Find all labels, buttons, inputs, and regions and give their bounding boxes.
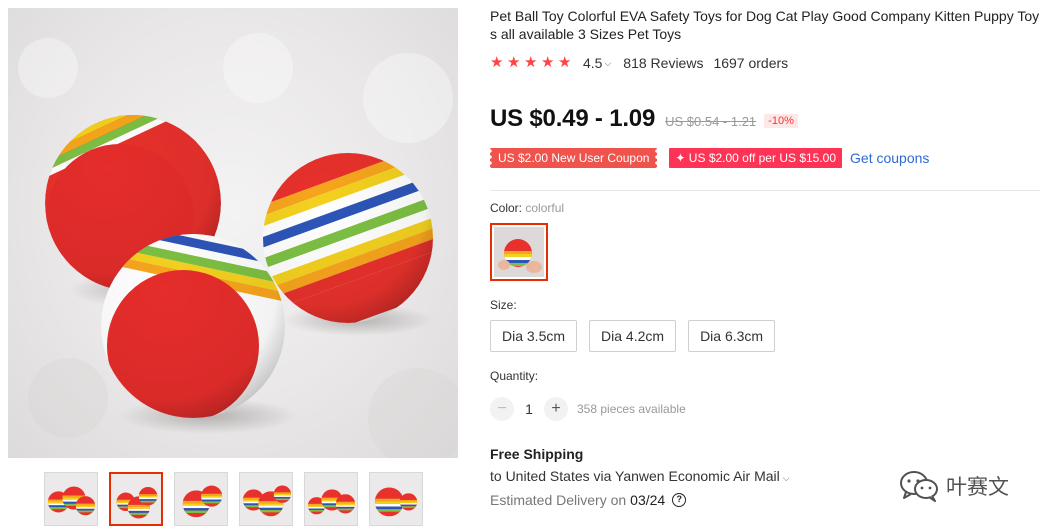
rainbow-balls-photo: [18, 33, 458, 458]
shipping-destination[interactable]: to United States via Yanwen Economic Air…: [490, 468, 790, 484]
star-rating: ★ ★ ★ ★ ★: [490, 54, 575, 71]
size-label: Size:: [490, 298, 517, 312]
thumbnail-2[interactable]: [109, 472, 163, 526]
watermark-text: 叶赛文: [946, 475, 1009, 499]
thumbnail-1[interactable]: [44, 472, 98, 526]
delivery-label: Estimated Delivery on: [490, 492, 627, 508]
reviews-link[interactable]: 818 Reviews: [623, 55, 703, 71]
quantity-stepper: − 1 + 358 pieces available: [490, 397, 686, 421]
watermark: 叶赛文: [898, 470, 1009, 502]
chevron-down-icon[interactable]: ⌵: [604, 58, 611, 69]
star-icon: ★: [558, 54, 572, 71]
divider: [490, 190, 1040, 191]
thumbnail-image: [370, 473, 422, 525]
pieces-available: 358 pieces available: [577, 402, 686, 416]
new-user-coupon[interactable]: US $2.00 New User Coupon: [490, 148, 658, 168]
get-coupons-link[interactable]: Get coupons: [850, 150, 929, 166]
product-title: Pet Ball Toy Colorful EVA Safety Toys fo…: [490, 8, 1040, 42]
thumbnail-image: [45, 473, 97, 525]
size-options: Dia 3.5cm Dia 4.2cm Dia 6.3cm: [490, 320, 787, 352]
quantity-label: Quantity:: [490, 369, 539, 383]
color-label: Color: colorful: [490, 201, 564, 215]
main-product-image[interactable]: [8, 8, 458, 458]
current-price: US $0.49 - 1.09: [490, 105, 656, 132]
color-label-text: Color:: [490, 201, 523, 215]
star-icon: ★: [541, 54, 555, 71]
wechat-icon: [900, 471, 938, 502]
quantity-input[interactable]: 1: [514, 401, 544, 417]
chevron-down-icon: ⌵: [782, 473, 790, 483]
thumbnail-5[interactable]: [304, 472, 358, 526]
size-option-3-5cm[interactable]: Dia 3.5cm: [490, 320, 578, 352]
star-icon: ★: [507, 54, 521, 71]
rating-row: ★ ★ ★ ★ ★ 4.5 ⌵ 818 Reviews 1697 orders: [490, 54, 788, 72]
thumbnail-image: [240, 473, 292, 525]
price-row: US $0.49 - 1.09 US $0.54 - 1.21 -10%: [490, 104, 798, 134]
size-option-6-3cm[interactable]: Dia 6.3cm: [688, 320, 776, 352]
delivery-date: 03/24: [630, 492, 666, 508]
thumbnail-image: [175, 473, 227, 525]
question-circle-icon[interactable]: ?: [672, 493, 687, 507]
star-icon: ★: [524, 54, 538, 71]
quantity-increase-button[interactable]: +: [544, 397, 568, 421]
thumbnail-3[interactable]: [174, 472, 228, 526]
discount-badge: -10%: [764, 114, 798, 128]
thumbnail-4[interactable]: [239, 472, 293, 526]
thumbnail-image: [305, 473, 357, 525]
color-option-colorful[interactable]: [490, 223, 548, 281]
estimated-delivery: Estimated Delivery on 03/24 ?: [490, 492, 687, 508]
shipping-destination-text: to United States via Yanwen Economic Air…: [490, 468, 780, 484]
size-option-4-2cm[interactable]: Dia 4.2cm: [589, 320, 677, 352]
thumbnail-6[interactable]: [369, 472, 423, 526]
rating-value[interactable]: 4.5: [583, 55, 602, 71]
store-coupon[interactable]: ✦ US $2.00 off per US $15.00: [669, 148, 843, 168]
product-info-panel: Pet Ball Toy Colorful EVA Safety Toys fo…: [490, 0, 1057, 531]
orders-count: 1697 orders: [713, 55, 789, 71]
color-swatch-thumbnail: [494, 227, 544, 277]
quantity-decrease-button[interactable]: −: [490, 397, 514, 421]
star-icon: ★: [490, 54, 504, 71]
shipping-title: Free Shipping: [490, 446, 584, 462]
selected-color-value: colorful: [525, 201, 565, 215]
original-price: US $0.54 - 1.21: [665, 113, 757, 129]
coupon-row: US $2.00 New User Coupon ✦ US $2.00 off …: [490, 147, 929, 169]
thumbnail-image: [111, 474, 161, 524]
